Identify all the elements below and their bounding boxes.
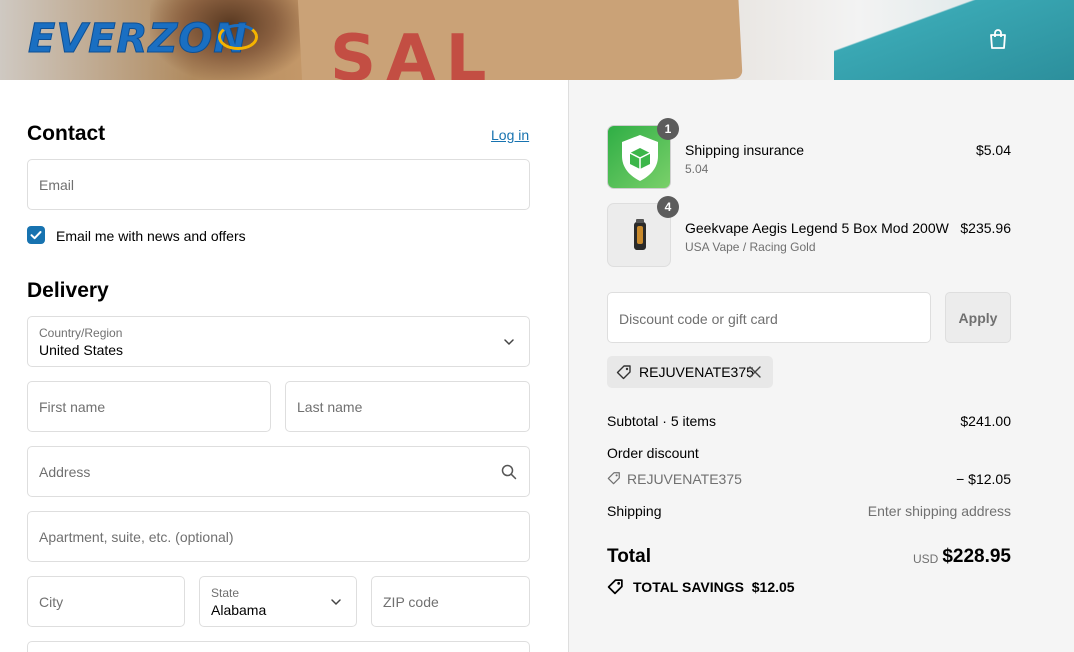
newsletter-label: Email me with news and offers xyxy=(56,228,246,244)
shipping-label: Shipping xyxy=(607,503,662,519)
discount-code-input[interactable]: Discount code or gift card xyxy=(607,292,931,343)
country-value: United States xyxy=(39,342,124,358)
item-variant: 5.04 xyxy=(685,162,709,176)
header-banner: SAL EVERZON xyxy=(0,0,1074,80)
savings-tag-icon xyxy=(607,579,623,595)
order-discount-label: Order discount xyxy=(607,445,699,461)
zip-placeholder: ZIP code xyxy=(383,594,439,610)
discount-placeholder: Discount code or gift card xyxy=(619,311,778,327)
item-name: Shipping insurance xyxy=(685,142,805,158)
discount-value: − $12.05 xyxy=(956,471,1011,487)
email-field[interactable]: Email xyxy=(27,159,530,210)
newsletter-checkbox[interactable] xyxy=(27,226,45,244)
address-field[interactable]: Address xyxy=(27,446,530,497)
phone-field[interactable] xyxy=(27,641,530,652)
order-summary: 1 Shipping insurance 5.04 $5.04 4 Geekva… xyxy=(568,80,1074,652)
banner-teal xyxy=(834,0,1074,80)
item-quantity-badge: 4 xyxy=(657,196,679,218)
discount-code-label: REJUVENATE375 xyxy=(627,471,742,487)
state-value: Alabama xyxy=(211,602,267,618)
country-label: Country/Region xyxy=(39,326,123,340)
delivery-title: Delivery xyxy=(27,279,109,302)
first-name-field[interactable]: First name xyxy=(27,381,271,432)
checkmark-icon xyxy=(30,231,42,240)
subtotal-value: $241.00 xyxy=(960,413,1011,429)
city-field[interactable]: City xyxy=(27,576,185,627)
total-savings: TOTAL SAVINGS $12.05 xyxy=(633,579,795,595)
store-logo[interactable]: EVERZON xyxy=(28,16,248,63)
banner-letters: SAL xyxy=(330,22,497,80)
shipping-value: Enter shipping address xyxy=(867,503,1011,519)
logo-globe-icon xyxy=(218,24,258,50)
state-label: State xyxy=(211,586,240,600)
checkout-form: Contact Log in Email Email me with news … xyxy=(0,80,568,652)
currency-code: USD xyxy=(913,552,939,566)
item-price: $5.04 xyxy=(975,142,1011,158)
last-name-placeholder: Last name xyxy=(297,399,363,415)
subtotal-label: Subtotal · 5 items xyxy=(607,413,716,429)
apartment-field[interactable]: Apartment, suite, etc. (optional) xyxy=(27,511,530,562)
last-name-field[interactable]: Last name xyxy=(285,381,530,432)
state-select[interactable]: State Alabama xyxy=(199,576,357,627)
chevron-down-icon xyxy=(504,339,514,346)
email-placeholder: Email xyxy=(39,177,75,193)
contact-title: Contact xyxy=(27,122,106,145)
first-name-placeholder: First name xyxy=(39,399,106,415)
tag-icon xyxy=(607,472,620,485)
total-label: Total xyxy=(607,546,651,567)
applied-code-text: REJUVENATE375 xyxy=(639,364,754,380)
shopping-bag-icon[interactable] xyxy=(988,28,1008,50)
item-quantity-badge: 1 xyxy=(657,118,679,140)
chevron-down-icon xyxy=(331,599,341,606)
zip-field[interactable]: ZIP code xyxy=(371,576,530,627)
address-placeholder: Address xyxy=(39,464,91,480)
search-icon[interactable] xyxy=(501,464,517,480)
total-value: $228.95 xyxy=(942,546,1011,567)
tag-icon xyxy=(616,365,631,380)
country-select[interactable]: Country/Region United States xyxy=(27,316,530,367)
item-variant: USA Vape / Racing Gold xyxy=(685,240,816,254)
item-price: $235.96 xyxy=(960,220,1011,236)
applied-discount-chip: REJUVENATE375 xyxy=(607,356,773,388)
item-name: Geekvape Aegis Legend 5 Box Mod 200W xyxy=(685,220,949,236)
city-placeholder: City xyxy=(39,594,64,610)
apartment-placeholder: Apartment, suite, etc. (optional) xyxy=(39,529,234,545)
login-link[interactable]: Log in xyxy=(491,127,529,143)
close-icon[interactable] xyxy=(749,366,761,378)
apply-discount-button[interactable]: Apply xyxy=(945,292,1011,343)
